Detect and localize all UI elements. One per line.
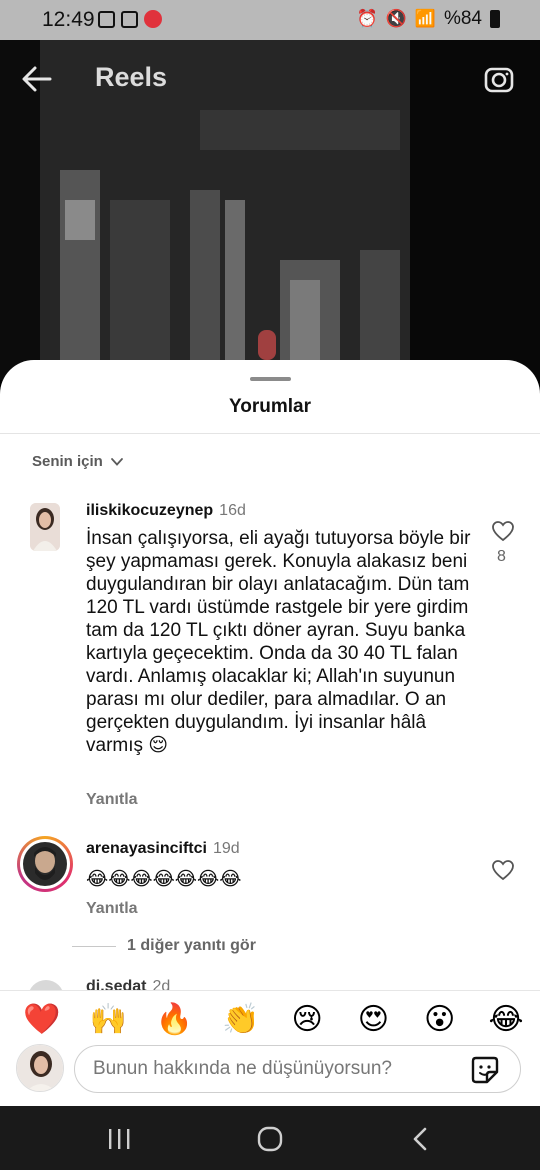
alarm-icon: ⏰ [356, 9, 378, 28]
news-notification-icon [144, 10, 162, 28]
comments-sheet: Yorumlar Senin için iliskikocuzeynep 16d … [0, 360, 540, 1106]
comment-input[interactable] [93, 1046, 453, 1092]
comment-username[interactable]: arenayasinciftci 19d [86, 840, 240, 858]
camera-icon[interactable] [482, 62, 516, 96]
replies-divider [72, 946, 116, 947]
quick-emoji-bar: ❤️ 🙌 🔥 👏 😢 😍 😮 😂 [22, 1001, 526, 1039]
chevron-down-icon [110, 457, 123, 466]
comment-username[interactable]: iliskikocuzeynep 16d [86, 502, 246, 520]
comments-list[interactable]: iliskikocuzeynep 16d İnsan çalışıyorsa, e… [0, 500, 540, 990]
gallery-notification-icon [98, 10, 115, 28]
comment-time: 16d [219, 502, 246, 519]
emoji-heart[interactable]: ❤️ [22, 1001, 62, 1039]
view-more-replies[interactable]: 1 diğer yanıtı gör [127, 937, 256, 955]
notification-icons [98, 10, 162, 28]
emoji-bar-divider [0, 990, 540, 991]
back-icon[interactable] [407, 1126, 437, 1152]
reel-header: Reels [0, 40, 540, 120]
sheet-title: Yorumlar [228, 396, 311, 417]
instagram-notification-icon [121, 10, 138, 28]
comment-time: 19d [212, 840, 240, 857]
battery-icon [490, 10, 500, 28]
emoji-crying[interactable]: 😢 [287, 1001, 327, 1039]
like-count: 8 [497, 548, 506, 565]
system-navigation-bar [0, 1106, 540, 1170]
comment-input-box[interactable] [74, 1045, 521, 1093]
comment-text: 😂😂😂😂😂😂😂 [86, 869, 242, 890]
comment-username[interactable]: dj.sedat 2d [86, 978, 170, 990]
page-title: Reels [95, 62, 168, 92]
comment-text: İnsan çalışıyorsa, eli ayağı tutuyorsa b… [86, 528, 471, 756]
emoji-fire[interactable]: 🔥 [155, 1001, 195, 1039]
status-bar: 12:49 ⏰ 🔇 📶 %84 [0, 0, 540, 40]
status-time: 12:49 [42, 8, 95, 31]
avatar[interactable] [28, 980, 64, 990]
emoji-heart-eyes[interactable]: 😍 [353, 1001, 393, 1039]
wifi-icon: 📶 [414, 9, 436, 28]
back-arrow-icon[interactable] [20, 62, 54, 96]
like-heart-icon[interactable] [491, 859, 515, 881]
emoji-clapping[interactable]: 👏 [221, 1001, 261, 1039]
avatar[interactable] [30, 503, 60, 551]
sheet-drag-handle[interactable] [250, 377, 291, 381]
like-heart-icon[interactable] [491, 520, 515, 542]
current-user-avatar [16, 1044, 64, 1092]
comment-time: 2d [152, 978, 171, 990]
emoji-raising-hands[interactable]: 🙌 [88, 1001, 128, 1039]
recent-apps-icon[interactable] [105, 1126, 135, 1152]
mute-icon: 🔇 [385, 9, 407, 28]
emoji-laughing[interactable]: 😂 [486, 1001, 526, 1039]
reply-button[interactable]: Yanıtla [86, 791, 138, 809]
emoji-surprised[interactable]: 😮 [420, 1001, 460, 1039]
filter-label: Senin için [32, 453, 103, 470]
avatar[interactable] [17, 836, 73, 892]
home-icon[interactable] [255, 1126, 285, 1152]
battery-percent: %84 [443, 8, 482, 29]
sticker-icon[interactable] [470, 1055, 500, 1085]
comment-filter-dropdown[interactable]: Senin için [32, 453, 124, 470]
status-right-icons: ⏰ 🔇 📶 %84 [356, 8, 500, 30]
reply-button[interactable]: Yanıtla [86, 900, 138, 918]
header-divider [0, 433, 540, 434]
